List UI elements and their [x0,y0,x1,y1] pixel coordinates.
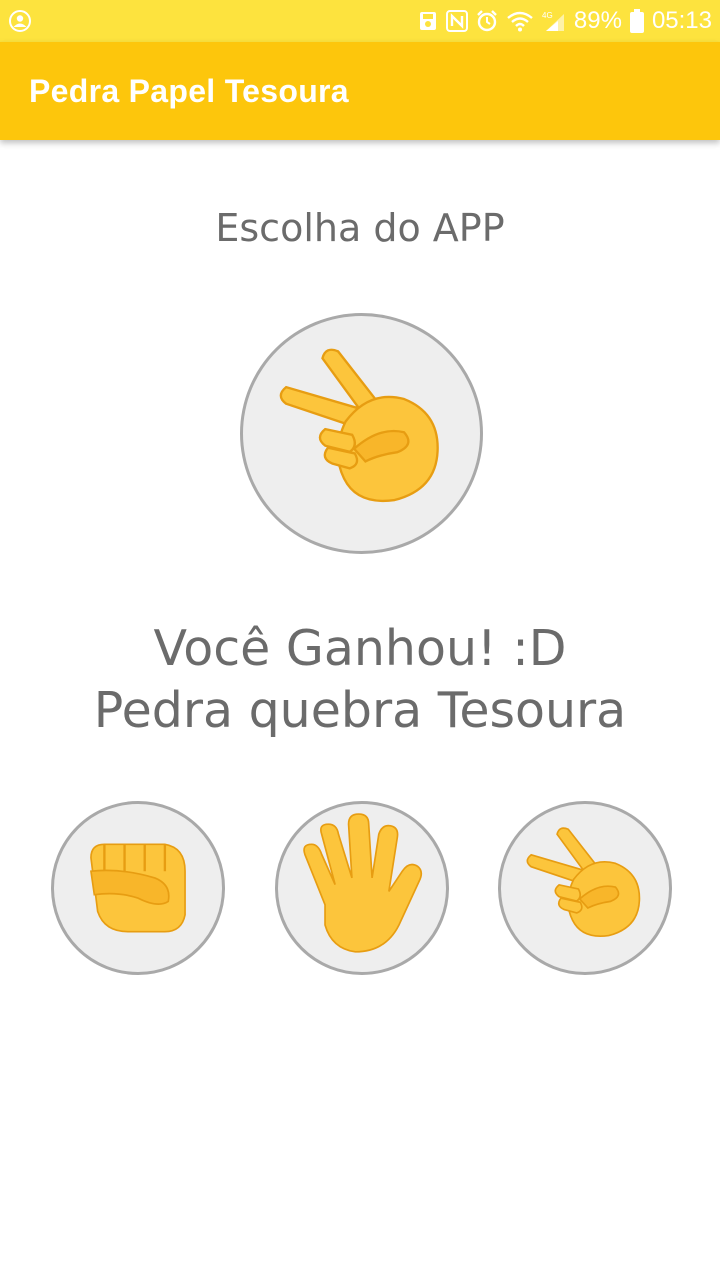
result-text: Você Ganhou! :D Pedra quebra Tesoura [0,618,720,742]
clock: 05:13 [651,7,712,34]
paper-option-button[interactable] [275,801,449,975]
nfc-icon [445,10,468,32]
battery-percentage: 89% [573,7,622,34]
app-title: Pedra Papel Tesoura [29,73,349,109]
app-choice-image [240,313,483,554]
battery-icon [629,9,644,33]
status-bar: 4G 89% 05:13 [0,0,720,42]
app-choice-heading: Escolha do APP [215,206,505,250]
rock-option-button[interactable] [51,801,225,975]
scissors-option-button[interactable] [498,801,672,975]
rock-fist-icon [90,843,186,933]
scissors-hand-icon [279,348,439,503]
result-reason: Pedra quebra Tesoura [93,682,627,739]
status-icons: 4G 89% 05:13 [418,0,712,42]
account-notification-icon [8,9,32,33]
paper-hand-icon [303,813,423,953]
wifi-icon [506,10,534,32]
app-bar: Pedra Papel Tesoura [0,42,720,140]
save-icon [418,10,438,32]
alarm-icon [476,10,498,32]
signal-icon: 4G [542,10,566,32]
network-type-label: 4G [542,11,553,20]
result-outcome: Você Ganhou! :D [153,620,567,677]
scissors-hand-icon [526,827,641,937]
